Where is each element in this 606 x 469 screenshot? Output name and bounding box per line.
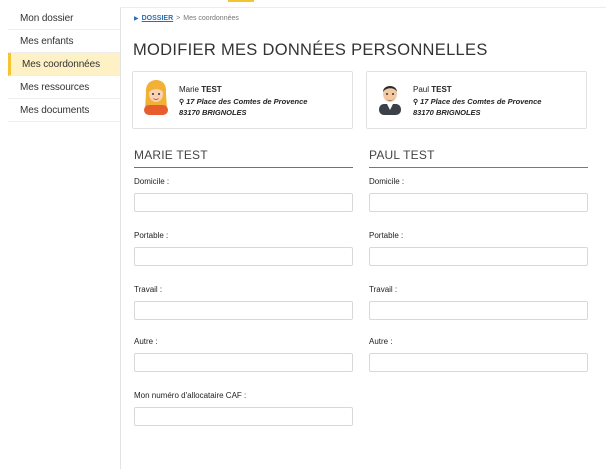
field-autre: Autre :	[369, 337, 588, 372]
field-label: Domicile :	[134, 177, 170, 186]
person-address: ⚲ 17 Place des Comtes de Provence 83170 B…	[179, 97, 308, 117]
field-domicile: Domicile :	[134, 177, 353, 212]
form-title-rule	[369, 167, 588, 168]
field-label: Autre :	[369, 337, 393, 346]
top-accent-bar	[228, 0, 254, 2]
breadcrumb-current: Mes coordonnées	[183, 15, 239, 22]
autre-input[interactable]	[369, 353, 588, 372]
sidebar-item-mes-documents[interactable]: Mes documents	[8, 99, 120, 122]
male-avatar-icon	[379, 86, 401, 115]
sidebar-item-label: Mes documents	[20, 104, 90, 116]
travail-input[interactable]	[369, 301, 588, 320]
person-card-paul: Paul TEST ⚲ 17 Place des Comtes de Proven…	[366, 71, 587, 129]
sidebar: Mon dossier Mes enfants Mes coordonnées …	[8, 7, 121, 469]
page: Mon dossier Mes enfants Mes coordonnées …	[0, 0, 606, 469]
sidebar-item-mes-ressources[interactable]: Mes ressources	[8, 76, 120, 99]
form-marie: MARIE TEST Domicile : Portable : Travail…	[134, 148, 353, 426]
sidebar-item-label: Mes ressources	[20, 81, 90, 93]
field-label: Autre :	[134, 337, 158, 346]
field-label: Mon numéro d'allocataire CAF :	[134, 391, 247, 400]
person-name: Marie TEST	[179, 85, 222, 94]
field-travail: Travail :	[134, 285, 353, 320]
field-label: Travail :	[134, 285, 163, 294]
sidebar-item-label: Mon dossier	[20, 12, 74, 24]
field-autre: Autre :	[134, 337, 353, 372]
field-domicile: Domicile :	[369, 177, 588, 212]
domicile-input[interactable]	[369, 193, 588, 212]
form-title: PAUL TEST	[369, 148, 435, 162]
sidebar-item-mes-enfants[interactable]: Mes enfants	[8, 30, 120, 53]
breadcrumb-arrow-icon: ▶	[134, 16, 139, 22]
form-title-rule	[134, 167, 353, 168]
person-name: Paul TEST	[413, 85, 452, 94]
field-label: Domicile :	[369, 177, 405, 186]
field-portable: Portable :	[134, 231, 353, 266]
breadcrumb-separator: >	[176, 15, 181, 22]
person-card-marie: Marie TEST ⚲ 17 Place des Comtes de Prove…	[132, 71, 353, 129]
map-pin-icon: ⚲	[413, 99, 419, 106]
field-caf: Mon numéro d'allocataire CAF :	[134, 391, 353, 426]
person-address: ⚲ 17 Place des Comtes de Provence 83170 B…	[413, 97, 542, 117]
sidebar-item-label: Mes enfants	[20, 35, 74, 47]
sidebar-item-label: Mes coordonnées	[22, 58, 100, 70]
form-title: MARIE TEST	[134, 148, 208, 162]
sidebar-item-mes-coordonnees[interactable]: Mes coordonnées	[8, 53, 120, 76]
breadcrumb-link-dossier[interactable]: DOSSIER	[142, 15, 174, 22]
top-divider	[122, 7, 606, 8]
field-label: Portable :	[369, 231, 404, 240]
female-avatar-icon	[144, 80, 168, 115]
portable-input[interactable]	[369, 247, 588, 266]
page-title: MODIFIER MES DONNÉES PERSONNELLES	[133, 41, 488, 59]
form-paul: PAUL TEST Domicile : Portable : Travail …	[369, 148, 588, 372]
autre-input[interactable]	[134, 353, 353, 372]
portable-input[interactable]	[134, 247, 353, 266]
sidebar-item-mon-dossier[interactable]: Mon dossier	[8, 7, 120, 30]
travail-input[interactable]	[134, 301, 353, 320]
map-pin-icon: ⚲	[179, 99, 185, 106]
field-label: Portable :	[134, 231, 169, 240]
breadcrumb: ▶ DOSSIER > Mes coordonnées	[134, 15, 239, 22]
domicile-input[interactable]	[134, 193, 353, 212]
field-label: Travail :	[369, 285, 398, 294]
field-travail: Travail :	[369, 285, 588, 320]
caf-number-input[interactable]	[134, 407, 353, 426]
field-portable: Portable :	[369, 231, 588, 266]
